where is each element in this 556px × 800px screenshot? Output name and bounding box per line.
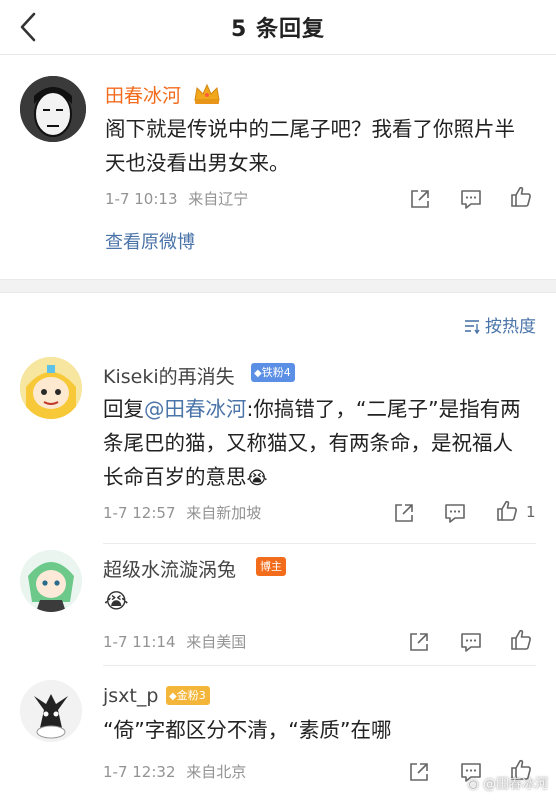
comment-location: 来自辽宁: [188, 190, 249, 208]
crying-emoji-icon: 😭: [104, 589, 129, 613]
crying-emoji-icon: 😭: [246, 468, 268, 489]
badge-label: 金粉3: [176, 689, 206, 702]
watermark-text: @田春冰河: [482, 777, 548, 792]
section-gap: [0, 279, 556, 293]
comment-location: 来自新加坡: [186, 504, 262, 522]
comment-location: 来自美国: [186, 633, 247, 651]
comment-location: 来自北京: [186, 763, 247, 781]
comment-meta: 1-7 11:14 来自美国: [103, 631, 246, 652]
weibo-logo-icon: ◉: [467, 777, 479, 792]
comment-time: 1-7 12:57: [103, 504, 176, 522]
comment-icon[interactable]: [443, 501, 467, 525]
main-comment: 田春冰河 阁下就是传说中的二尾子吧？我看了你照片半天也没看出男女来。 1-7 1…: [0, 55, 556, 279]
divider: [103, 665, 536, 666]
comment-text: “倚”字都区分不清，“素质”在哪: [103, 718, 392, 742]
fan-badge: ◆金粉3: [166, 686, 210, 705]
view-original-link[interactable]: 查看原微博: [105, 228, 195, 254]
avatar[interactable]: [20, 357, 82, 419]
comment-text: 回复@田春冰河:你搞错了，“二尾子”是指有两条尾巴的猫，又称猫又，有两条命，是祝…: [103, 392, 528, 496]
badge-label: 铁粉4: [261, 366, 291, 379]
crown-badge-icon: [192, 83, 222, 105]
like-icon[interactable]: [509, 628, 533, 652]
username[interactable]: Kiseki的再消失: [103, 362, 235, 389]
like-icon[interactable]: [509, 185, 533, 209]
comment-meta: 1-7 12:57 来自新加坡: [103, 502, 261, 523]
comment-icon[interactable]: [459, 187, 483, 211]
sort-by-hot-button[interactable]: 按热度: [463, 312, 536, 340]
fan-badge: ◆铁粉4: [251, 363, 295, 382]
watermark: ◉ @田春冰河: [468, 773, 549, 792]
diamond-icon: ◆: [169, 691, 177, 702]
comment-time: 1-7 10:13: [105, 190, 178, 208]
page-title: 5 条回复: [231, 17, 325, 42]
username[interactable]: jsxt_p: [103, 685, 158, 707]
share-icon[interactable]: [408, 187, 432, 211]
diamond-icon: ◆: [254, 368, 262, 379]
avatar[interactable]: [20, 76, 86, 142]
reply-prefix: 回复: [103, 397, 144, 421]
like-count: 1: [526, 503, 536, 521]
username[interactable]: 超级水流漩涡兔: [103, 555, 236, 582]
avatar[interactable]: [20, 680, 82, 742]
mention-link[interactable]: @田春冰河: [144, 397, 247, 421]
comment-time: 1-7 12:32: [103, 763, 176, 781]
comment-icon[interactable]: [459, 630, 483, 654]
divider: [103, 543, 536, 544]
host-badge: 博主: [256, 557, 286, 576]
comment-time: 1-7 11:14: [103, 633, 176, 651]
username[interactable]: 田春冰河: [105, 81, 181, 108]
sort-label: 按热度: [485, 317, 536, 337]
share-icon[interactable]: [407, 760, 431, 784]
share-icon[interactable]: [392, 501, 416, 525]
like-icon[interactable]: [495, 499, 519, 523]
avatar[interactable]: [20, 550, 82, 612]
comment-text: 阁下就是传说中的二尾子吧？我看了你照片半天也没看出男女来。: [105, 117, 515, 175]
comment-meta: 1-7 10:13 来自辽宁: [105, 188, 248, 209]
share-icon[interactable]: [407, 630, 431, 654]
top-bar: 5 条回复: [0, 0, 556, 54]
comment-meta: 1-7 12:32 来自北京: [103, 761, 246, 782]
sort-icon: [463, 317, 481, 340]
